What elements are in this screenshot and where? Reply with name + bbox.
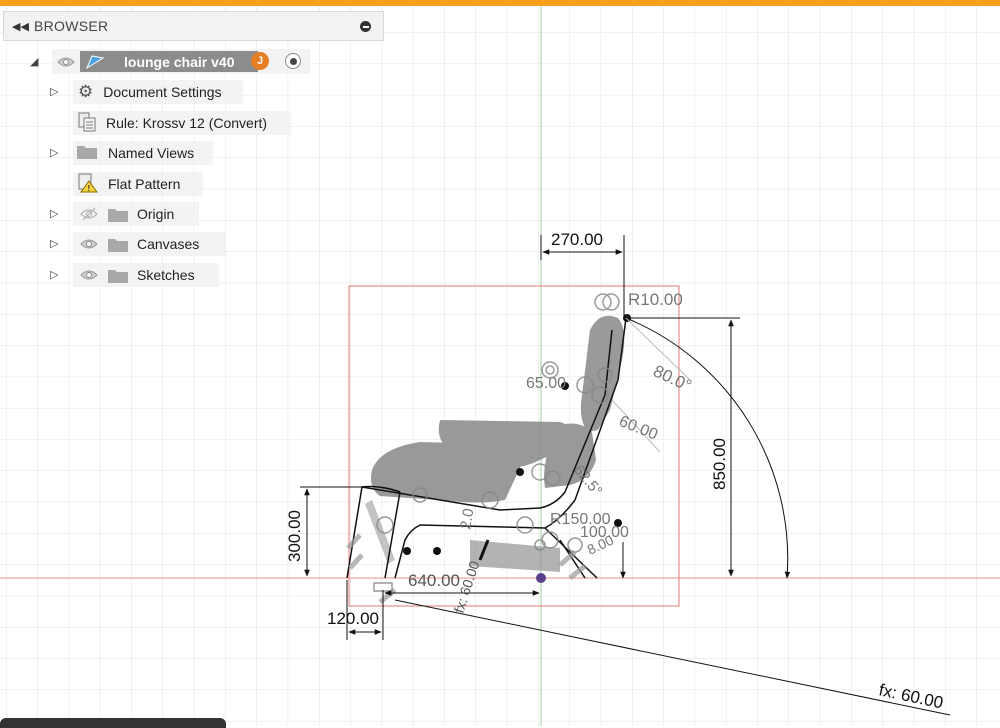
visibility-eye-icon[interactable] [56, 55, 76, 69]
activate-radio-icon[interactable] [285, 53, 301, 69]
browser-item-label: Canvases [137, 236, 200, 252]
browser-item-label: Rule: Krossv 12 (Convert) [106, 115, 268, 131]
svg-text:!: ! [88, 184, 91, 193]
expand-sketches-icon[interactable]: ▷ [50, 268, 58, 281]
folder-icon [107, 207, 128, 222]
expand-root-icon[interactable]: ◢ [30, 55, 38, 68]
minimize-button[interactable] [360, 21, 371, 32]
browser-header: ◀◀ BROWSER [3, 11, 384, 41]
browser-item-label: Document Settings [103, 84, 222, 100]
dim-65-label[interactable]: 65.00 [526, 375, 566, 392]
dim-300-label: 300.00 [285, 510, 304, 562]
dim-640-label: 640.00 [408, 571, 460, 590]
browser-item-flat-pattern[interactable]: ! Flat Pattern [73, 172, 203, 196]
gear-icon: ⚙ [78, 82, 94, 101]
browser-item-origin[interactable]: Origin [73, 202, 199, 226]
visibility-eye-icon[interactable] [79, 268, 99, 282]
collapse-panel-icon[interactable]: ◀◀ [12, 20, 34, 33]
dim-850-label: 850.00 [710, 438, 729, 490]
bottom-panel-tab[interactable] [0, 718, 226, 728]
browser-item-sketches[interactable]: Sketches [73, 263, 219, 287]
expand-document-settings-icon[interactable]: ▷ [50, 85, 58, 98]
browser-item-named-views[interactable]: Named Views [73, 141, 213, 165]
sheet-metal-rule-icon [78, 112, 96, 135]
expand-canvases-icon[interactable]: ▷ [50, 237, 58, 250]
flat-pattern-warning-icon: ! [78, 173, 98, 196]
dim-r10-label[interactable]: R10.00 [628, 290, 683, 309]
root-component-label[interactable]: lounge chair v40 [80, 51, 258, 72]
folder-icon [76, 144, 98, 163]
root-component[interactable]: lounge chair v40 J [52, 49, 310, 74]
dim-120-label: 120.00 [327, 609, 379, 628]
browser-item-label: Sketches [137, 267, 195, 283]
user-avatar: J [251, 52, 269, 70]
hidden-eye-icon[interactable] [79, 207, 99, 221]
expand-origin-icon[interactable]: ▷ [50, 207, 58, 220]
browser-item-label: Flat Pattern [108, 176, 181, 192]
folder-icon [107, 237, 128, 252]
browser-title: BROWSER [34, 18, 109, 34]
dim-270-label: 270.00 [551, 230, 603, 249]
root-component-name: lounge chair v40 [124, 53, 235, 70]
component-icon [85, 54, 105, 72]
browser-item-rule[interactable]: Rule: Krossv 12 (Convert) [73, 111, 291, 135]
browser-item-label: Origin [137, 206, 175, 222]
expand-named-views-icon[interactable]: ▷ [50, 146, 58, 159]
browser-item-label: Named Views [108, 145, 195, 161]
browser-item-canvases[interactable]: Canvases [73, 232, 225, 256]
visibility-eye-icon[interactable] [79, 237, 99, 251]
dim-2-label[interactable]: 2.0 [457, 507, 477, 530]
browser-item-document-settings[interactable]: ⚙ Document Settings [73, 80, 243, 104]
folder-icon [107, 268, 128, 283]
